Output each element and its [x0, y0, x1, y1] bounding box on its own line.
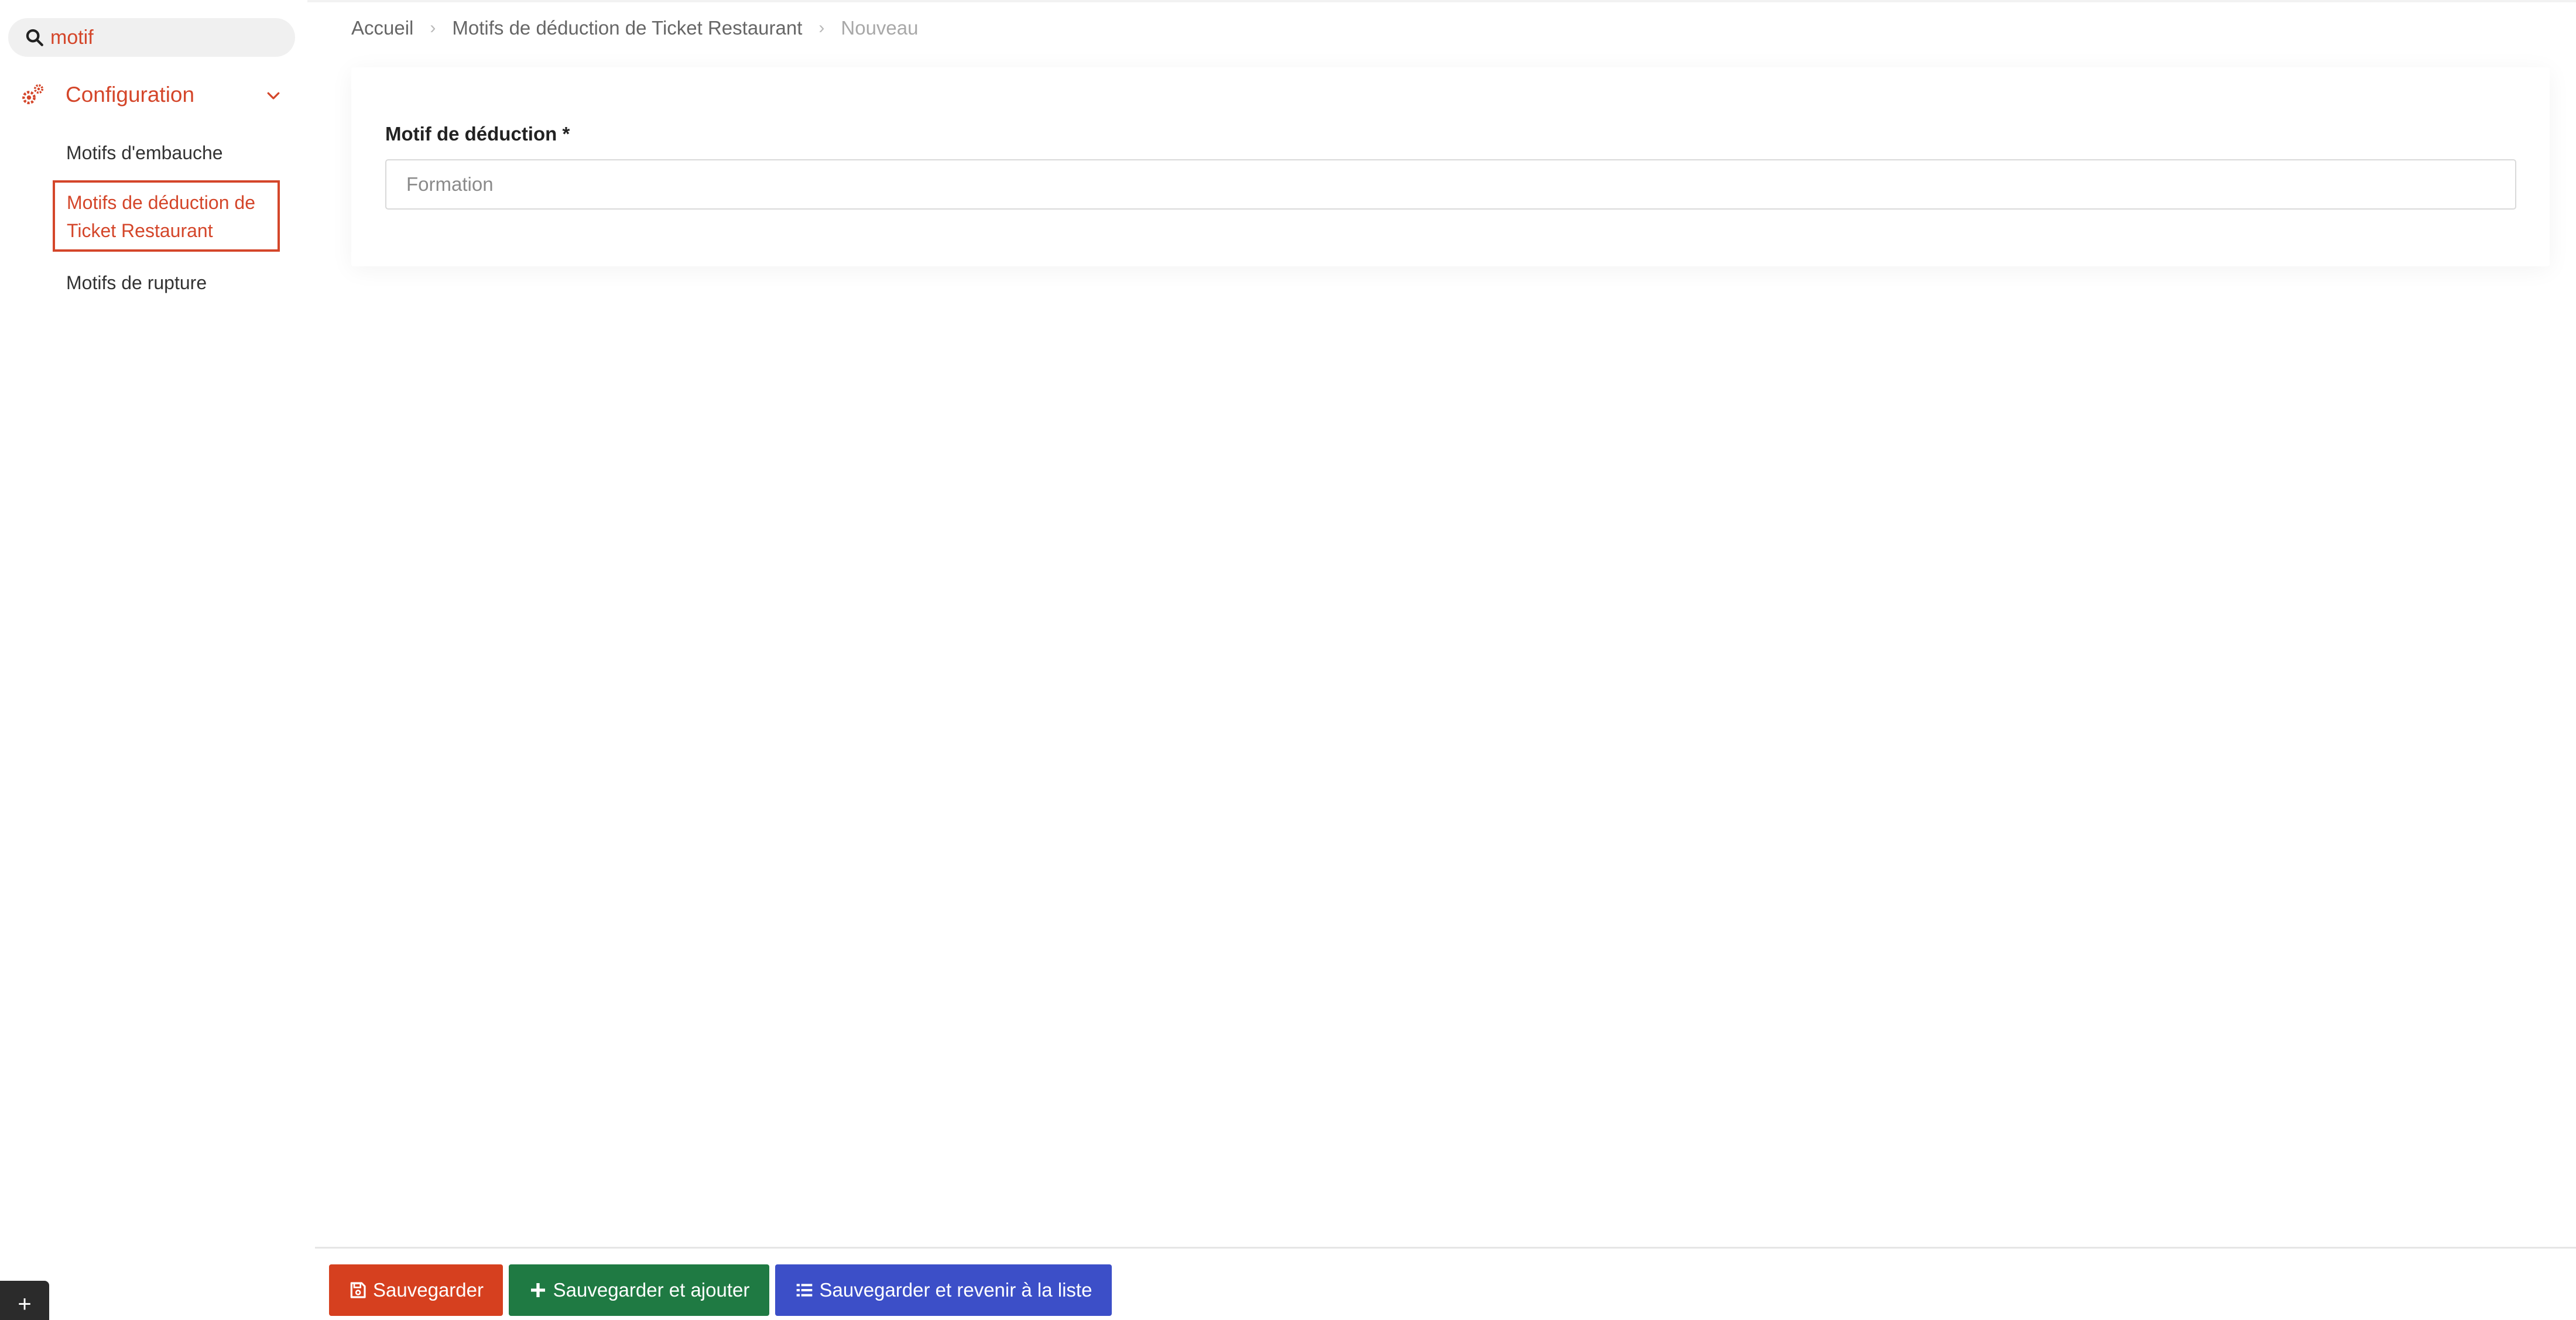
save-and-add-button-label: Sauvegarder et ajouter	[553, 1279, 750, 1301]
sidebar: Configuration Motifs d'embauche Motifs d…	[0, 0, 307, 1320]
save-button[interactable]: Sauvegarder	[329, 1264, 503, 1316]
save-and-add-button[interactable]: Sauvegarder et ajouter	[509, 1264, 769, 1316]
plus-icon	[530, 1283, 545, 1297]
sidebar-item-label-line1: Motifs de déduction de	[67, 192, 255, 213]
sidebar-item-motifs-deduction-ticket-restaurant[interactable]: Motifs de déduction de Ticket Restaurant	[53, 180, 280, 252]
top-divider	[307, 0, 2576, 2]
save-and-return-to-list-button-label: Sauvegarder et revenir à la liste	[819, 1279, 1092, 1301]
search-input[interactable]	[50, 20, 285, 55]
floppy-disk-icon	[350, 1282, 366, 1298]
app-window: Configuration Motifs d'embauche Motifs d…	[0, 0, 2576, 1320]
gears-icon	[22, 84, 44, 105]
save-button-label: Sauvegarder	[373, 1279, 484, 1301]
breadcrumb-separator: ›	[430, 18, 436, 37]
list-icon	[796, 1284, 812, 1297]
search-icon	[26, 29, 43, 46]
sidebar-section-label: Configuration	[66, 83, 195, 107]
breadcrumb-current: Nouveau	[841, 17, 919, 39]
form-card: Motif de déduction *	[351, 67, 2550, 266]
breadcrumb-list[interactable]: Motifs de déduction de Ticket Restaurant	[452, 14, 802, 42]
chevron-down-icon[interactable]	[265, 87, 282, 104]
save-and-return-to-list-button[interactable]: Sauvegarder et revenir à la liste	[775, 1264, 1112, 1316]
add-button[interactable]: +	[0, 1281, 49, 1320]
motif-deduction-input[interactable]	[385, 159, 2516, 210]
breadcrumb: Accueil › Motifs de déduction de Ticket …	[351, 14, 919, 42]
action-bar: Sauvegarder Sauvegarder et ajouter Sauve…	[315, 1247, 2576, 1320]
search-box[interactable]	[8, 18, 295, 57]
breadcrumb-home[interactable]: Accueil	[351, 14, 413, 42]
sidebar-item-motifs-embauche[interactable]: Motifs d'embauche	[66, 139, 223, 167]
sidebar-item-motifs-rupture[interactable]: Motifs de rupture	[66, 269, 207, 297]
sidebar-item-label-line2: Ticket Restaurant	[67, 220, 213, 241]
breadcrumb-separator: ›	[818, 18, 825, 37]
sidebar-section-configuration[interactable]: Configuration	[0, 75, 293, 115]
motif-deduction-label: Motif de déduction *	[385, 123, 570, 145]
